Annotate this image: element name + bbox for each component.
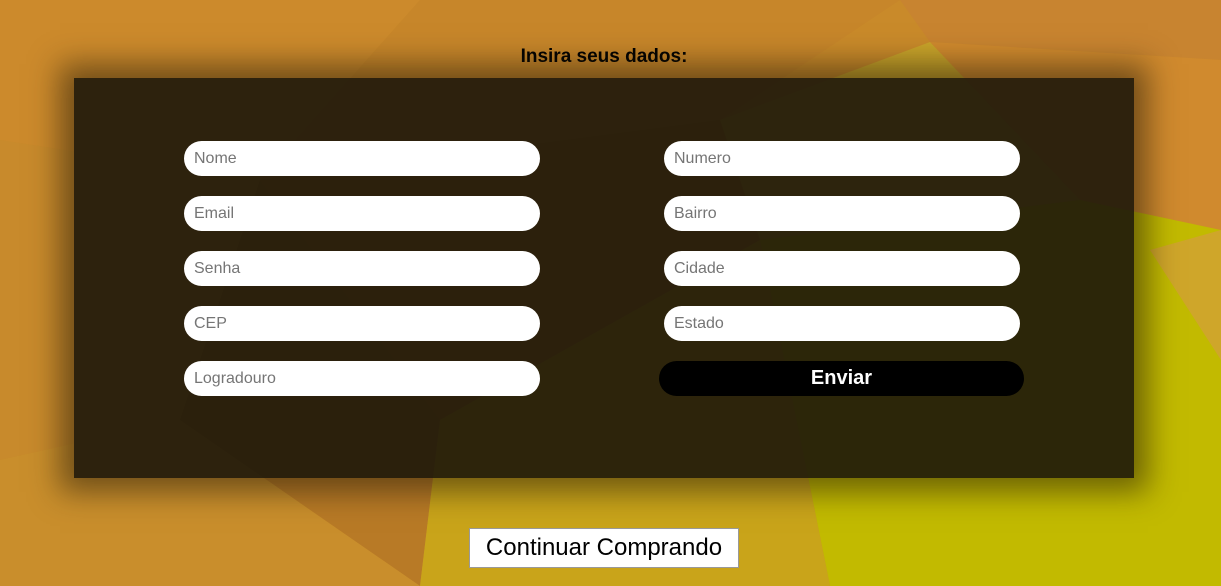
nome-field[interactable] [184, 141, 540, 176]
email-field[interactable] [184, 196, 540, 231]
bairro-field[interactable] [664, 196, 1020, 231]
cidade-field[interactable] [664, 251, 1020, 286]
senha-field[interactable] [184, 251, 540, 286]
enviar-button[interactable]: Enviar [659, 361, 1024, 396]
estado-field[interactable] [664, 306, 1020, 341]
continuar-comprando-button[interactable]: Continuar Comprando [469, 528, 739, 568]
form-panel: Enviar [74, 78, 1134, 478]
page-title: Insira seus dados: [520, 46, 688, 67]
numero-field[interactable] [664, 141, 1020, 176]
logradouro-field[interactable] [184, 361, 540, 396]
cep-field[interactable] [184, 306, 540, 341]
